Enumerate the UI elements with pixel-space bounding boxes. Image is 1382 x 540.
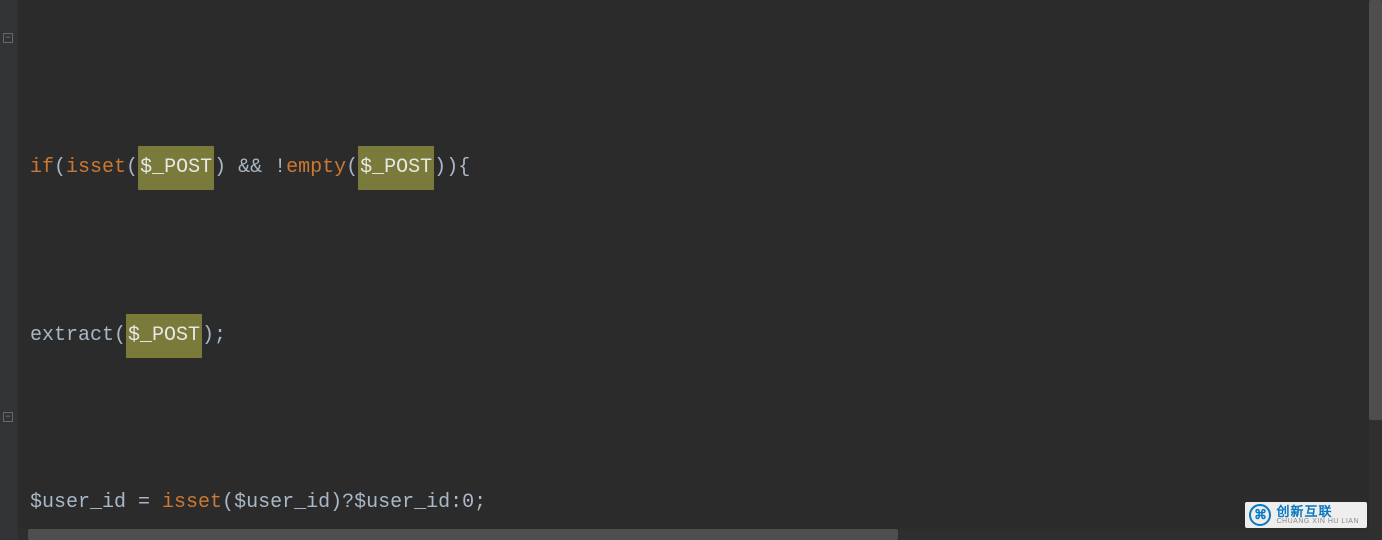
code-line: $user_id = isset($user_id)?$user_id:0; [30, 482, 1382, 524]
watermark-en-text: CHUANG XIN HU LIAN [1276, 518, 1359, 525]
watermark-icon: ⌘ [1249, 504, 1271, 526]
vertical-scrollbar-thumb[interactable] [1369, 0, 1382, 420]
fold-marker-icon[interactable]: − [3, 33, 13, 43]
fold-marker-icon[interactable]: − [3, 412, 13, 422]
highlight-post: $_POST [358, 146, 434, 190]
code-line: if(isset($_POST) && !empty($_POST)){ [30, 146, 1382, 188]
code-line: extract($_POST); [30, 314, 1382, 356]
keyword-empty: empty [286, 147, 346, 189]
horizontal-scrollbar-track[interactable] [18, 529, 1369, 540]
keyword-isset: isset [66, 147, 126, 189]
gutter: − − [0, 0, 18, 540]
watermark-logo: ⌘ 创新互联 CHUANG XIN HU LIAN [1245, 502, 1367, 528]
keyword-isset: isset [162, 482, 222, 524]
code-area[interactable]: if(isset($_POST) && !empty($_POST)){ ext… [18, 0, 1382, 540]
code-editor[interactable]: − − if(isset($_POST) && !empty($_POST)){… [0, 0, 1382, 540]
highlight-post: $_POST [138, 146, 214, 190]
horizontal-scrollbar-thumb[interactable] [28, 529, 898, 540]
highlight-post: $_POST [126, 314, 202, 358]
watermark-zh-text: 创新互联 [1276, 505, 1359, 519]
vertical-scrollbar-track[interactable] [1369, 0, 1382, 540]
keyword-if: if [30, 147, 54, 189]
